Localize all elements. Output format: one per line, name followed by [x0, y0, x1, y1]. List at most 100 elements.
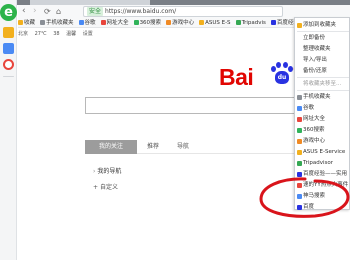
bookmark-label: 网址大全	[106, 20, 129, 26]
favorites-menu-item[interactable]: 神马搜索	[295, 191, 350, 201]
settings-link[interactable]: 设置	[83, 31, 93, 37]
custom-nav-button[interactable]: + 自定义	[93, 182, 118, 191]
favorite-favicon-icon	[297, 182, 302, 188]
bookmark-item[interactable]: 游戏中心	[166, 18, 195, 27]
bookmark-label: 谷歌	[84, 20, 96, 26]
bookmark-favicon-icon	[166, 19, 172, 25]
bookmark-label: Tripadvis	[241, 20, 266, 26]
favorite-favicon-icon	[297, 138, 302, 144]
menu-separator	[297, 77, 349, 78]
custom-label: 自定义	[99, 184, 118, 191]
favorite-favicon-icon	[297, 171, 302, 177]
bookmark-favicon-icon	[270, 19, 276, 25]
favorites-menu-item[interactable]: 百度经验——实用	[295, 169, 350, 179]
favorite-favicon-icon	[297, 149, 302, 155]
favorites-menu-label: 立即备份	[303, 35, 326, 41]
favorites-menu-label: Tripadvisor	[303, 160, 333, 166]
menu-separator	[297, 90, 349, 91]
bookmark-label: 360搜索	[139, 20, 162, 26]
favorite-favicon-icon	[297, 22, 302, 28]
favorite-favicon-icon	[297, 127, 302, 133]
favorites-menu-item: 将收藏夹移至...	[295, 79, 350, 89]
back-button[interactable]: ‹	[22, 6, 26, 17]
bookmark-favicon-icon	[40, 19, 46, 25]
star-icon[interactable]	[3, 27, 14, 38]
bookmark-item[interactable]: Tripadvis	[235, 18, 266, 27]
favorites-menu-item[interactable]: 立即备份	[295, 33, 350, 43]
favorite-favicon-icon	[297, 193, 302, 199]
favorites-menu-item[interactable]: 游戏中心	[295, 136, 350, 146]
bookmark-label: 游戏中心	[172, 20, 195, 26]
weather-link[interactable]: 27℃	[35, 31, 47, 37]
favorite-favicon-icon	[297, 94, 302, 100]
chevron-right-icon: ›	[93, 168, 96, 175]
bookmark-favicon-icon	[133, 19, 139, 25]
bookmark-item[interactable]: 手机收藏夹	[40, 18, 74, 27]
tab-navigation[interactable]: 导航	[177, 140, 189, 154]
favorites-menu-item[interactable]: 整理收藏夹	[295, 44, 350, 54]
bookmark-item[interactable]: 360搜索	[133, 18, 162, 27]
favorites-menu-label: 备份/还原	[303, 68, 327, 74]
rail-divider-icon	[3, 76, 14, 77]
my-nav-label: 我的导航	[97, 168, 122, 175]
favorites-menu-item[interactable]: ASUS E-Service	[295, 147, 350, 157]
favorites-menu-label: 神马搜索	[303, 193, 326, 199]
favorites-menu-item[interactable]: 速的YY热点大事件	[295, 180, 350, 190]
favorites-menu-label: 网址大全	[303, 116, 326, 122]
search-input[interactable]	[85, 97, 295, 114]
bookmark-favicon-icon	[18, 19, 23, 25]
my-nav-section[interactable]: › 我的导航	[93, 166, 121, 175]
url-text: https://www.baidu.com/	[105, 8, 177, 15]
secure-badge: 安全	[87, 7, 104, 16]
home-button[interactable]: ⌂	[56, 6, 61, 17]
favorites-menu-item[interactable]: 手机收藏夹	[295, 92, 350, 102]
logo-paw-text: du	[275, 71, 289, 84]
favorites-menu-label: 整理收藏夹	[303, 46, 331, 52]
favorites-menu-item[interactable]: 百度	[295, 202, 350, 212]
favorites-menu-label: 360搜索	[303, 127, 325, 133]
favorites-dropdown-menu: 添加到收藏夹 立即备份整理收藏夹导入/导出备份/还原将收藏夹移至... 手机收藏夹谷…	[294, 17, 350, 210]
favorites-menu-item[interactable]: 网址大全	[295, 114, 350, 124]
bookmark-label: 收藏	[24, 20, 36, 26]
forward-button[interactable]: ›	[33, 6, 37, 17]
bookmark-favicon-icon	[100, 19, 106, 25]
favorites-menu-item[interactable]: 360搜索	[295, 125, 350, 135]
favorites-menu-label: 百度	[303, 204, 315, 210]
bookmark-favicon-icon	[78, 19, 84, 25]
favorite-favicon-icon	[297, 204, 302, 210]
tips-link[interactable]: 温馨	[66, 31, 76, 37]
favorites-menu-label: 谷歌	[303, 105, 315, 111]
favorite-favicon-icon	[297, 160, 302, 166]
location-link[interactable]: 北京	[18, 31, 28, 37]
favorites-menu-label: 游戏中心	[303, 138, 326, 144]
address-bar[interactable]: 安全 https://www.baidu.com/	[83, 6, 283, 17]
bookmark-item[interactable]: 网址大全	[100, 18, 129, 27]
tab-my-follow[interactable]: 我的关注	[85, 140, 137, 154]
favorites-menu-label: 百度经验——实用	[303, 171, 348, 177]
menu-separator	[297, 31, 349, 32]
aqi-link[interactable]: 38	[53, 31, 59, 37]
refresh-button[interactable]: ⟳	[44, 6, 51, 17]
bookmark-item[interactable]: ASUS E-S	[199, 18, 231, 27]
favorites-menu-item[interactable]: 添加到收藏夹	[295, 20, 350, 30]
bookmark-label: ASUS E-S	[205, 20, 231, 26]
app-grid-icon[interactable]	[3, 43, 14, 54]
bookmark-item[interactable]: 谷歌	[78, 18, 96, 27]
history-icon[interactable]	[3, 59, 14, 70]
favorites-menu-item[interactable]: 导入/导出	[295, 55, 350, 65]
bookmark-favicon-icon	[199, 19, 205, 25]
favorites-menu-label: ASUS E-Service	[303, 149, 346, 155]
favorite-favicon-icon	[297, 116, 302, 122]
logo-text: Bai	[219, 64, 254, 90]
favorites-menu-label: 添加到收藏夹	[303, 22, 337, 28]
favorites-menu-label: 将收藏夹移至...	[303, 81, 342, 87]
favorites-menu-item[interactable]: 谷歌	[295, 103, 350, 113]
favorites-menu-item[interactable]: Tripadvisor	[295, 158, 350, 168]
bookmark-item[interactable]: 收藏	[18, 18, 36, 27]
favorite-favicon-icon	[297, 105, 302, 111]
favorites-menu-item[interactable]: 备份/还原	[295, 66, 350, 76]
tab-recommend[interactable]: 推荐	[147, 140, 159, 154]
bookmark-label: 手机收藏夹	[46, 20, 74, 26]
browser-logo-icon[interactable]: e	[0, 4, 17, 21]
plus-icon: +	[93, 184, 99, 191]
